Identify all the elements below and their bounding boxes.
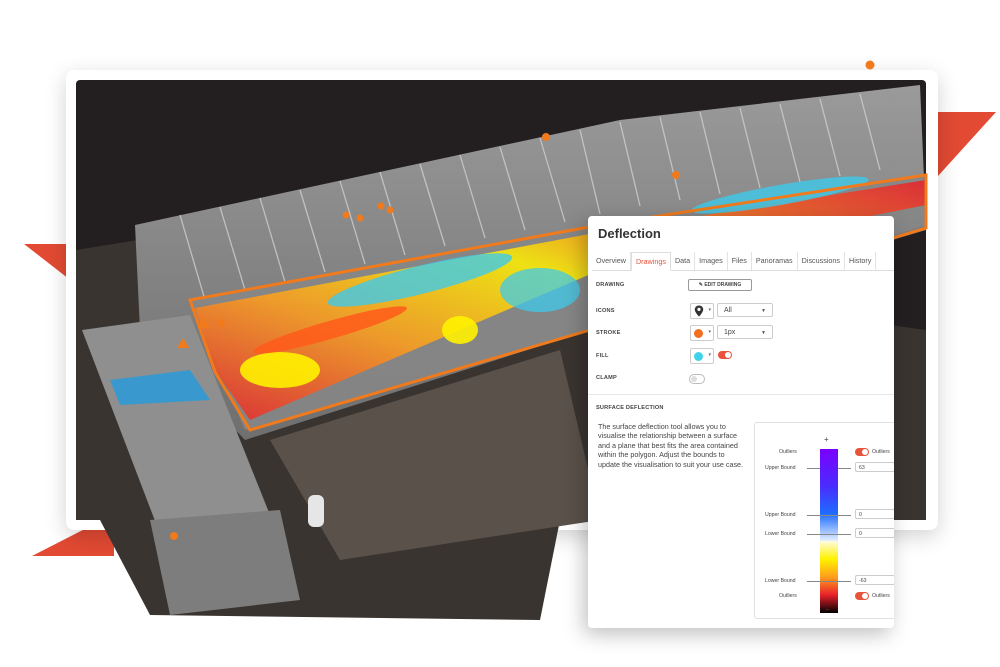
upper-bound-2-label: Upper Bound (765, 512, 796, 518)
toggle-knob (725, 352, 731, 358)
fill-toggle[interactable] (718, 351, 732, 359)
toggle-knob (691, 375, 697, 382)
lower-bound-1-input[interactable]: 0 (855, 528, 894, 538)
clamp-toggle[interactable] (689, 374, 705, 384)
upper-bound-1-label: Upper Bound (765, 465, 796, 471)
lower-bound-1-label: Lower Bound (765, 531, 796, 537)
outliers-top-label: Outliers (779, 449, 797, 455)
surface-deflection-label: SURFACE DEFLECTION (596, 405, 664, 411)
outliers-bottom-toggle[interactable] (855, 592, 869, 600)
icons-select[interactable]: All ▼ (717, 303, 773, 317)
lower-bound-2-line (807, 581, 851, 582)
silo (308, 495, 324, 527)
marker-icon (356, 214, 364, 222)
stroke-color-picker[interactable]: ▾ (690, 325, 714, 341)
panel-tabs: Overview Drawings Data Images Files Pano… (592, 252, 894, 271)
marker-icon (170, 532, 178, 540)
yellow-patch-1 (240, 352, 320, 388)
outliers-top-toggle[interactable] (855, 448, 869, 456)
fill-color-swatch (694, 352, 703, 361)
icons-select-value: All (724, 307, 732, 314)
lower-bound-1-line (807, 534, 851, 535)
chevron-down-icon: ▾ (708, 329, 711, 335)
drawing-label: DRAWING (596, 282, 625, 288)
lower-bound-2-input[interactable]: -63 (855, 575, 894, 585)
edit-drawing-label: EDIT DRAWING (704, 282, 742, 288)
icon-picker[interactable]: ▾ (690, 303, 714, 319)
upper-bound-2-line (807, 515, 851, 516)
marker-icon (377, 202, 385, 210)
red-decoration-right (938, 112, 996, 176)
clamp-label: CLAMP (596, 375, 617, 381)
gradient-bar-lower (820, 541, 838, 613)
chevron-down-icon: ▼ (761, 330, 766, 336)
chevron-down-icon: ▾ (708, 352, 711, 358)
edit-drawing-button[interactable]: ✎ EDIT DRAWING (688, 279, 752, 291)
outliers-bottom-label: Outliers (779, 593, 797, 599)
yellow-patch-2 (442, 316, 478, 344)
chevron-down-icon: ▾ (708, 307, 711, 313)
tab-data[interactable]: Data (671, 252, 696, 270)
marker-icon (386, 206, 394, 214)
section-divider (588, 394, 894, 395)
surface-deflection-description: The surface deflection tool allows you t… (598, 422, 744, 469)
tab-overview[interactable]: Overview (592, 252, 631, 270)
marker-icon (865, 60, 875, 70)
annex-lower (150, 510, 300, 615)
tab-discussions[interactable]: Discussions (798, 252, 846, 270)
toggle-knob (862, 449, 868, 455)
toggle-knob (862, 593, 868, 599)
deflection-panel: Deflection Overview Drawings Data Images… (588, 216, 894, 628)
chevron-down-icon: ▼ (761, 308, 766, 314)
plus-icon: + (824, 435, 829, 444)
deflection-legend: + Outliers Outliers Upper Bound 63 Upper… (754, 422, 894, 619)
fill-label: FILL (596, 353, 609, 359)
upper-bound-1-input[interactable]: 63 (855, 462, 894, 472)
stroke-width-select[interactable]: 1px ▼ (717, 325, 773, 339)
tab-history[interactable]: History (845, 252, 877, 270)
stroke-width-value: 1px (724, 329, 736, 336)
outliers-top-toggle-label: Outliers (872, 449, 890, 455)
panel-title: Deflection (598, 226, 661, 241)
stroke-label: STROKE (596, 330, 621, 336)
tab-images[interactable]: Images (695, 252, 728, 270)
marker-icon (342, 211, 350, 219)
marker-icon (672, 171, 680, 179)
tab-files[interactable]: Files (728, 252, 752, 270)
fill-color-picker[interactable]: ▾ (690, 348, 714, 364)
cyan-patch-3 (500, 268, 580, 312)
marker-icon (217, 319, 225, 327)
outliers-bottom-toggle-label: Outliers (872, 593, 890, 599)
icons-label: ICONS (596, 308, 615, 314)
gradient-bar-upper (820, 449, 838, 541)
upper-bound-2-input[interactable]: 0 (855, 509, 894, 519)
lower-bound-2-label: Lower Bound (765, 578, 796, 584)
marker-icon (542, 133, 550, 141)
stroke-color-swatch (694, 329, 703, 338)
minus-icon: − (825, 605, 830, 614)
map-pin-icon (694, 305, 704, 317)
tab-drawings[interactable]: Drawings (630, 252, 671, 271)
tab-panoramas[interactable]: Panoramas (752, 252, 798, 270)
